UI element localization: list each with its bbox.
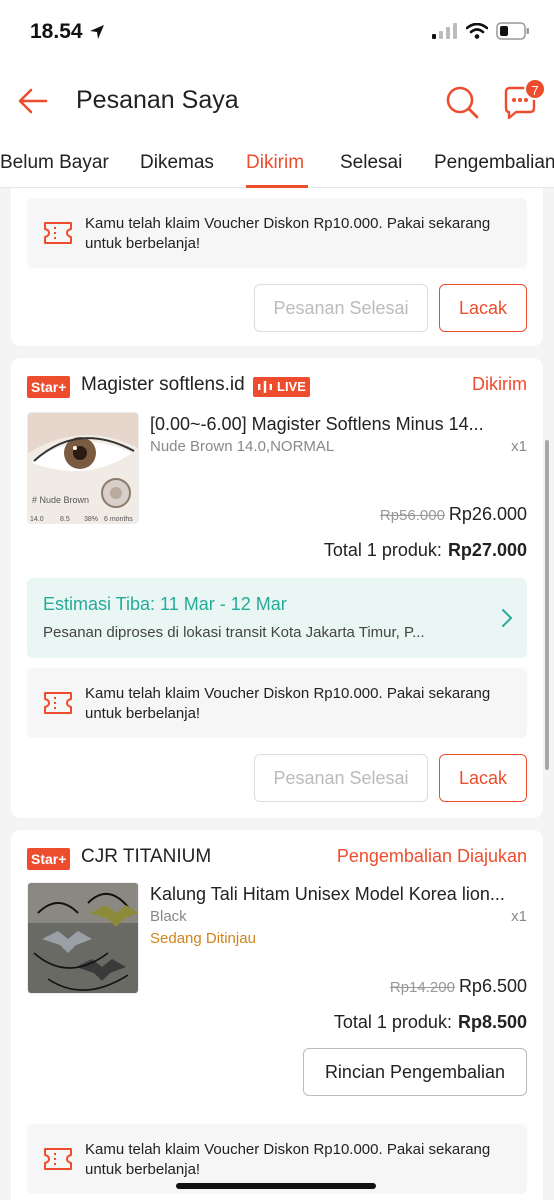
back-arrow-icon xyxy=(18,88,48,114)
product-price-row: Rp56.000 Rp26.000 xyxy=(380,504,527,525)
product-quantity: x1 xyxy=(511,438,527,455)
thumb-spec: 38% xyxy=(84,516,98,523)
return-review-status: Sedang Ditinjau xyxy=(150,930,256,947)
live-label: LIVE xyxy=(277,379,306,394)
status-icons xyxy=(432,22,530,40)
product-variant: Nude Brown 14.0,NORMAL xyxy=(150,438,335,455)
thumb-spec: 8.5 xyxy=(60,516,70,523)
product-name[interactable]: [0.00~-6.00] Magister Softlens Minus 14.… xyxy=(150,414,530,435)
eta-description: Pesanan diproses di lokasi transit Kota … xyxy=(43,624,425,641)
page-title: Pesanan Saya xyxy=(76,86,239,114)
tab-pengembalian[interactable]: Pengembalian xyxy=(434,152,554,174)
track-button[interactable]: Lacak xyxy=(439,284,527,332)
shop-name: CJR TITANIUM xyxy=(81,846,212,867)
order-total-row: Total 1 produk: Rp27.000 xyxy=(324,540,527,561)
order-total-label: Total 1 produk: xyxy=(323,540,442,560)
eta-title: Estimasi Tiba: 11 Mar - 12 Mar xyxy=(43,594,287,614)
chat-button[interactable]: 7 xyxy=(500,78,546,122)
app-header: Pesanan Saya 7 xyxy=(0,66,554,140)
star-plus-badge: Star+ xyxy=(27,376,71,398)
scrollbar[interactable] xyxy=(545,440,549,770)
product-variant: Black xyxy=(150,908,187,925)
thumb-spec: 6 months xyxy=(104,516,133,523)
order-status-tabs: Belum Bayar Dikemas Dikirim Selesai Peng… xyxy=(0,140,554,188)
voucher-text: Kamu telah klaim Voucher Diskon Rp10.000… xyxy=(85,215,491,252)
order-status: Pengembalian Diajukan xyxy=(336,846,527,866)
order-total-label: Total 1 produk: xyxy=(333,1012,452,1032)
order-received-button[interactable]: Pesanan Selesai xyxy=(254,284,428,332)
voucher-text: Kamu telah klaim Voucher Diskon Rp10.000… xyxy=(85,685,491,722)
live-badge: LIVE xyxy=(253,377,310,397)
star-plus-badge: Star+ xyxy=(27,848,71,870)
back-button[interactable] xyxy=(16,84,50,118)
track-button[interactable]: Lacak xyxy=(439,754,527,802)
product-name[interactable]: Kalung Tali Hitam Unisex Model Korea lio… xyxy=(150,884,530,905)
shop-name: Magister softlens.id xyxy=(81,374,245,395)
tab-belum-bayar[interactable]: Belum Bayar xyxy=(0,152,109,174)
chat-unread-badge: 7 xyxy=(524,78,546,100)
cellular-signal-icon xyxy=(432,23,457,39)
order-received-button[interactable]: Pesanan Selesai xyxy=(254,754,428,802)
product-thumbnail[interactable] xyxy=(27,882,139,994)
search-button[interactable] xyxy=(444,84,480,120)
tab-dikirim[interactable]: Dikirim xyxy=(246,152,304,174)
original-price: Rp56.000 xyxy=(379,507,445,524)
status-bar: 18.54 xyxy=(0,0,554,66)
voucher-notice: Kamu telah klaim Voucher Diskon Rp10.000… xyxy=(27,198,527,268)
order-card: Star+ CJR TITANIUM Pengembalian Diajukan… xyxy=(11,830,543,1200)
home-indicator[interactable] xyxy=(176,1183,376,1189)
status-time: 18.54 xyxy=(30,20,105,44)
voucher-text: Kamu telah klaim Voucher Diskon Rp10.000… xyxy=(85,1141,491,1178)
necklace-product-image xyxy=(28,883,138,993)
order-total-value: Rp27.000 xyxy=(447,540,527,560)
battery-icon xyxy=(496,22,529,40)
product-price-row: Rp14.200 Rp6.500 xyxy=(390,976,527,997)
shipping-eta-panel[interactable]: Estimasi Tiba: 11 Mar - 12 Mar Pesanan d… xyxy=(27,578,527,658)
original-price: Rp14.200 xyxy=(389,979,455,996)
voucher-notice: Kamu telah klaim Voucher Diskon Rp10.000… xyxy=(27,668,527,738)
voucher-ticket-icon xyxy=(44,692,72,714)
discounted-price: Rp26.000 xyxy=(448,504,527,524)
shop-header[interactable]: Star+ CJR TITANIUM Pengembalian Diajukan xyxy=(27,846,527,872)
product-quantity: x1 xyxy=(511,908,527,925)
contact-lens-product-image: # Nude Brown 14.0 8.5 38% 6 months xyxy=(28,413,138,523)
voucher-ticket-icon xyxy=(44,1148,72,1170)
location-arrow-icon xyxy=(89,25,104,39)
tab-dikemas[interactable]: Dikemas xyxy=(140,152,214,174)
live-bars-icon xyxy=(258,381,272,393)
voucher-ticket-icon xyxy=(44,222,72,244)
discounted-price: Rp6.500 xyxy=(458,976,527,996)
order-total-value: Rp8.500 xyxy=(457,1012,527,1032)
thumb-spec: 14.0 xyxy=(30,516,44,523)
wifi-icon xyxy=(466,23,488,39)
order-card: Kamu telah klaim Voucher Diskon Rp10.000… xyxy=(11,188,543,346)
product-thumbnail[interactable]: # Nude Brown 14.0 8.5 38% 6 months xyxy=(27,412,139,524)
chevron-right-icon xyxy=(502,609,512,627)
return-details-button[interactable]: Rincian Pengembalian xyxy=(303,1048,527,1096)
status-time-text: 18.54 xyxy=(30,20,83,43)
order-total-row: Total 1 produk: Rp8.500 xyxy=(334,1012,527,1033)
order-status: Dikirim xyxy=(472,374,527,394)
thumb-caption: # Nude Brown xyxy=(32,495,89,505)
order-card: Star+ Magister softlens.id LIVE Dikirim … xyxy=(11,358,543,818)
shop-header[interactable]: Star+ Magister softlens.id LIVE Dikirim xyxy=(27,374,527,400)
search-icon xyxy=(446,86,479,119)
tab-selesai[interactable]: Selesai xyxy=(340,152,402,174)
